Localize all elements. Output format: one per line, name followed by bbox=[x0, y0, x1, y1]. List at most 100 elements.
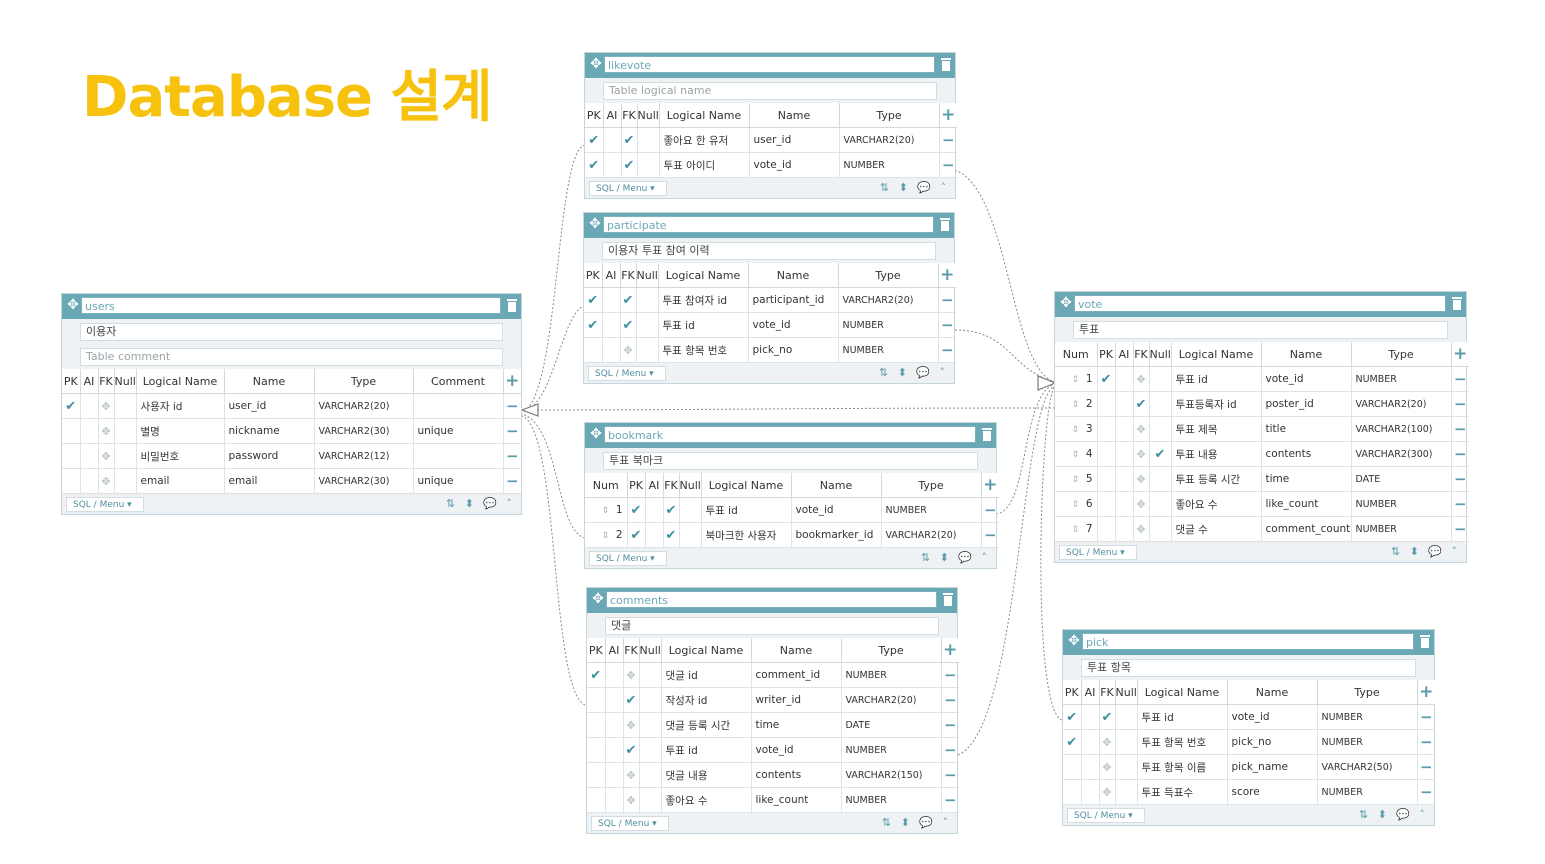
sql-menu-button[interactable]: SQL / Menu ▾ bbox=[591, 816, 669, 831]
cell-type[interactable]: NUMBER bbox=[838, 337, 939, 363]
check-icon[interactable]: ✔ bbox=[624, 158, 635, 173]
table-row[interactable]: ✥ 좋아요 수 like_count NUMBER − bbox=[587, 787, 959, 813]
move-icon[interactable]: ✥ bbox=[588, 56, 604, 72]
check-icon[interactable]: ✔ bbox=[1101, 372, 1112, 387]
up-down-icon[interactable]: ⇕ bbox=[1072, 525, 1080, 535]
footer-icons[interactable]: ⇅ ⬍ 💬 ˄ bbox=[921, 551, 990, 564]
cell-name[interactable]: pick_no bbox=[748, 337, 839, 363]
move-icon[interactable]: ✥ bbox=[1136, 423, 1145, 436]
table-name-field[interactable]: participate bbox=[603, 216, 934, 233]
move-icon[interactable]: ✥ bbox=[1066, 633, 1082, 649]
minus-icon[interactable]: − bbox=[944, 666, 957, 684]
minus-icon[interactable]: − bbox=[944, 741, 957, 759]
check-icon[interactable]: ✔ bbox=[666, 503, 677, 518]
cell-name[interactable]: vote_id bbox=[749, 152, 840, 178]
table-name-field[interactable]: bookmark bbox=[604, 426, 976, 443]
move-icon[interactable]: ✥ bbox=[626, 719, 635, 732]
footer-icons[interactable]: ⇅ ⬍ 💬 ˄ bbox=[1391, 545, 1460, 558]
cell-logical-name[interactable]: 투표 등록 시간 bbox=[1171, 466, 1262, 492]
move-icon[interactable]: ✥ bbox=[101, 450, 110, 463]
minus-icon[interactable]: − bbox=[942, 156, 955, 174]
cell-type[interactable]: VARCHAR2(20) bbox=[881, 522, 982, 548]
footer-icons[interactable]: ⇅ ⬍ 💬 ˄ bbox=[879, 366, 948, 379]
table-row[interactable]: ✔ 작성자 id writer_id VARCHAR2(20) − bbox=[587, 687, 959, 713]
sql-menu-button[interactable]: SQL / Menu ▾ bbox=[1059, 545, 1137, 560]
cell-logical-name[interactable]: 투표 득표수 bbox=[1137, 779, 1228, 805]
table-row[interactable]: ✔ ✥ 투표 항목 번호 pick_no NUMBER − bbox=[1063, 729, 1435, 755]
minus-icon[interactable]: − bbox=[944, 791, 957, 809]
check-icon[interactable]: ✔ bbox=[588, 133, 599, 148]
minus-icon[interactable]: − bbox=[984, 526, 997, 544]
table-bookmark[interactable]: ✥ bookmark 투표 북마크 Num PK AI FK Null Logi… bbox=[584, 422, 999, 569]
table-likevote[interactable]: ✥ likevote Table logical name PK AI FK N… bbox=[584, 52, 957, 199]
cell-name[interactable]: nickname bbox=[224, 418, 315, 444]
cell-type[interactable]: VARCHAR2(30) bbox=[314, 468, 414, 494]
check-icon[interactable]: ✔ bbox=[1136, 397, 1147, 412]
cell-type[interactable]: NUMBER bbox=[1317, 729, 1418, 755]
table-row[interactable]: ⇕ 5 ✥ 투표 등록 시간 time DATE − bbox=[1055, 466, 1469, 492]
cell-logical-name[interactable]: 투표 아이디 bbox=[659, 152, 750, 178]
table-row[interactable]: ✥ 투표 득표수 score NUMBER − bbox=[1063, 779, 1435, 805]
table-logical-name-field[interactable]: 투표 항목 bbox=[1081, 659, 1416, 677]
cell-type[interactable]: DATE bbox=[841, 712, 942, 738]
sql-menu-button[interactable]: SQL / Menu ▾ bbox=[1067, 808, 1145, 823]
minus-icon[interactable]: − bbox=[506, 422, 519, 440]
table-row[interactable]: ✥ 댓글 내용 contents VARCHAR2(150) − bbox=[587, 762, 959, 788]
cell-type[interactable]: NUMBER bbox=[1317, 779, 1418, 805]
table-row[interactable]: ✔ ✔ 투표 아이디 vote_id NUMBER − bbox=[585, 152, 957, 178]
cell-logical-name[interactable]: 투표 참여자 id bbox=[658, 287, 749, 313]
trash-icon[interactable] bbox=[942, 592, 954, 607]
cell-logical-name[interactable]: 투표 내용 bbox=[1171, 441, 1262, 467]
trash-icon[interactable] bbox=[939, 217, 951, 232]
plus-icon[interactable]: + bbox=[505, 371, 519, 391]
minus-icon[interactable]: − bbox=[941, 316, 954, 334]
cell-type[interactable]: VARCHAR2(20) bbox=[1351, 391, 1452, 417]
plus-icon[interactable]: + bbox=[1453, 344, 1467, 364]
cell-comment[interactable] bbox=[413, 443, 504, 469]
table-row[interactable]: ⇕ 1 ✔ ✔ 투표 id vote_id NUMBER − bbox=[585, 497, 999, 523]
table-comment-field[interactable]: Table comment bbox=[80, 348, 503, 366]
cell-type[interactable]: NUMBER bbox=[881, 497, 982, 523]
table-row[interactable]: ✥ 댓글 등록 시간 time DATE − bbox=[587, 712, 959, 738]
cell-name[interactable]: bookmarker_id bbox=[791, 522, 882, 548]
table-row[interactable]: ⇕ 6 ✥ 좋아요 수 like_count NUMBER − bbox=[1055, 491, 1469, 517]
up-down-icon[interactable]: ⇕ bbox=[1072, 400, 1080, 410]
minus-icon[interactable]: − bbox=[941, 291, 954, 309]
cell-name[interactable]: pick_no bbox=[1227, 729, 1318, 755]
cell-logical-name[interactable]: 투표 항목 이름 bbox=[1137, 754, 1228, 780]
table-row[interactable]: ✥ email email VARCHAR2(30) unique − bbox=[62, 468, 521, 494]
minus-icon[interactable]: − bbox=[944, 691, 957, 709]
table-row[interactable]: ✔ ✔ 투표 id vote_id NUMBER − bbox=[584, 312, 956, 338]
table-participate[interactable]: ✥ participate 이용자 투표 참여 이력 PK AI FK Null… bbox=[583, 212, 956, 384]
cell-type[interactable]: NUMBER bbox=[1351, 491, 1452, 517]
table-row[interactable]: ⇕ 3 ✥ 투표 제목 title VARCHAR2(100) − bbox=[1055, 416, 1469, 442]
move-icon[interactable]: ✥ bbox=[626, 669, 635, 682]
cell-name[interactable]: time bbox=[1261, 466, 1352, 492]
check-icon[interactable]: ✔ bbox=[626, 693, 637, 708]
cell-type[interactable]: NUMBER bbox=[838, 312, 939, 338]
plus-icon[interactable]: + bbox=[983, 475, 997, 495]
table-row[interactable]: ⇕ 2 ✔ 투표등록자 id poster_id VARCHAR2(20) − bbox=[1055, 391, 1469, 417]
cell-type[interactable]: VARCHAR2(30) bbox=[314, 418, 414, 444]
cell-logical-name[interactable]: 투표 id bbox=[658, 312, 749, 338]
cell-type[interactable]: VARCHAR2(50) bbox=[1317, 754, 1418, 780]
table-logical-name-field[interactable]: 이용자 bbox=[80, 323, 503, 341]
plus-icon[interactable]: + bbox=[1419, 682, 1433, 702]
table-pick[interactable]: ✥ pick 투표 항목 PK AI FK Null Logical Name … bbox=[1062, 629, 1435, 826]
check-icon[interactable]: ✔ bbox=[623, 293, 634, 308]
cell-name[interactable]: vote_id bbox=[1261, 366, 1352, 392]
move-icon[interactable]: ✥ bbox=[1058, 295, 1074, 311]
trash-icon[interactable] bbox=[1419, 634, 1431, 649]
cell-logical-name[interactable]: 사용자 id bbox=[136, 393, 225, 419]
cell-type[interactable]: NUMBER bbox=[1317, 704, 1418, 730]
trash-icon[interactable] bbox=[1451, 296, 1463, 311]
footer-icons[interactable]: ⇅ ⬍ 💬 ˄ bbox=[880, 181, 949, 194]
move-icon[interactable]: ✥ bbox=[101, 475, 110, 488]
move-icon[interactable]: ✥ bbox=[1136, 373, 1145, 386]
sql-menu-button[interactable]: SQL / Menu ▾ bbox=[589, 181, 667, 196]
cell-type[interactable]: VARCHAR2(12) bbox=[314, 443, 414, 469]
cell-comment[interactable] bbox=[413, 393, 504, 419]
cell-name[interactable]: comment_id bbox=[751, 662, 842, 688]
table-logical-name-field[interactable]: 댓글 bbox=[605, 617, 939, 635]
move-icon[interactable]: ✥ bbox=[1136, 523, 1145, 536]
